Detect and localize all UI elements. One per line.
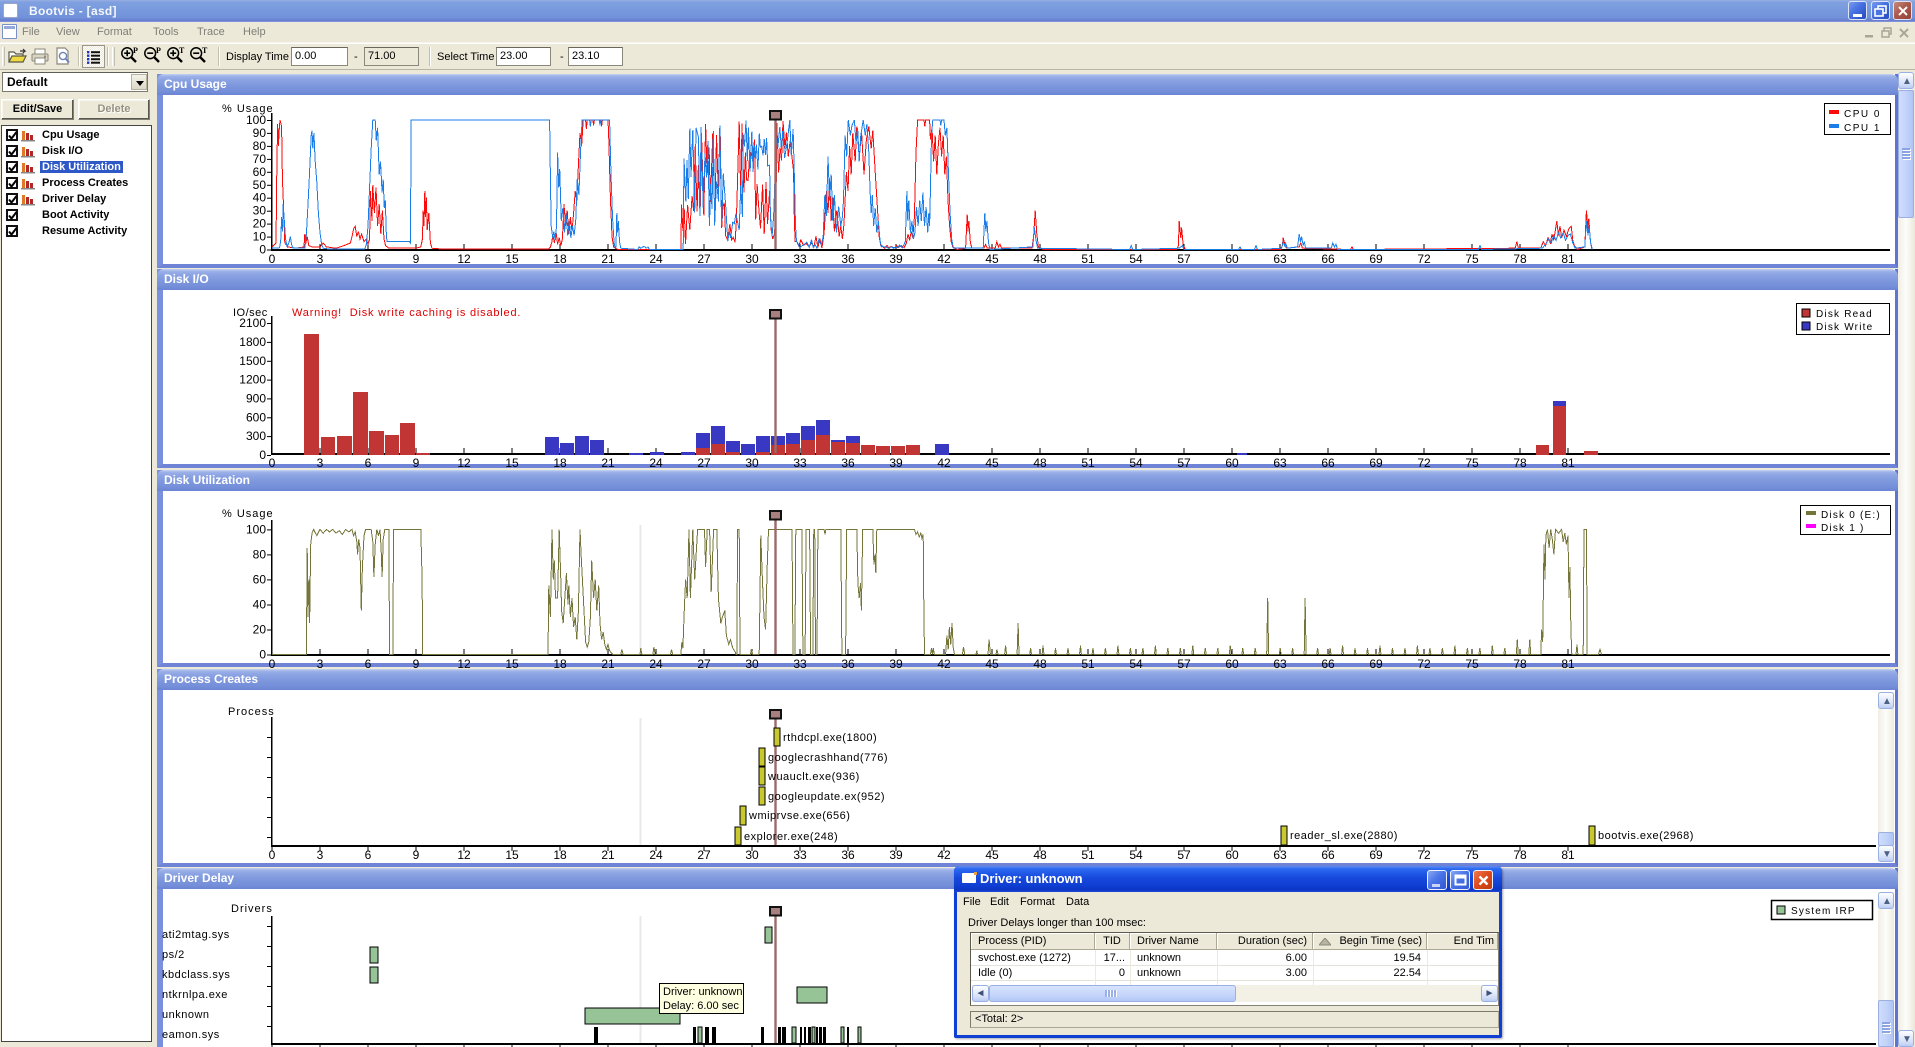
svg-text:T: T: [202, 46, 208, 55]
svg-text:T: T: [179, 46, 185, 55]
svg-text:P: P: [156, 46, 161, 55]
svg-text:P: P: [133, 46, 138, 55]
